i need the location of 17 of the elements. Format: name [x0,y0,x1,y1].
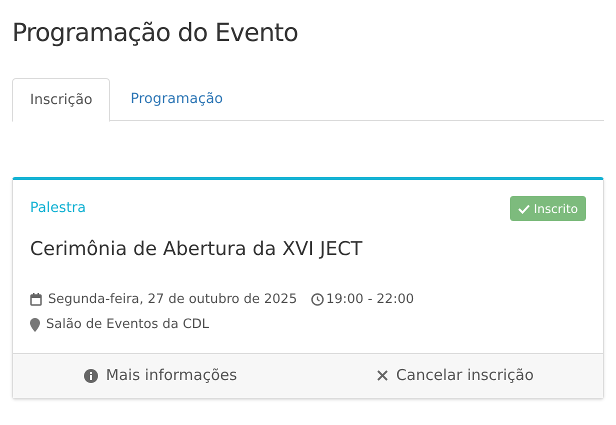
cancel-registration-button[interactable]: Cancelar inscrição [308,354,603,398]
info-icon [84,368,98,382]
more-info-button[interactable]: Mais informações [13,354,308,398]
close-icon [377,370,388,381]
tab[interactable]: Inscrição [12,78,110,122]
event-date: Segunda-feira, 27 de outubro de 2025 [48,290,298,308]
calendar-icon [30,292,42,306]
event-time: 19:00 - 22:00 [326,290,414,308]
clock-icon [311,292,324,306]
map-pin-icon [30,318,40,332]
tab[interactable]: Programação [110,78,243,121]
check-icon [518,204,530,214]
registered-badge: Inscrito [510,196,586,221]
event-title: Cerimônia de Abertura da XVI JECT [30,237,364,262]
page-title: Programação do Evento [12,17,300,49]
event-location: Salão de Eventos da CDL [46,316,210,334]
event-category: Palestra [30,199,86,218]
